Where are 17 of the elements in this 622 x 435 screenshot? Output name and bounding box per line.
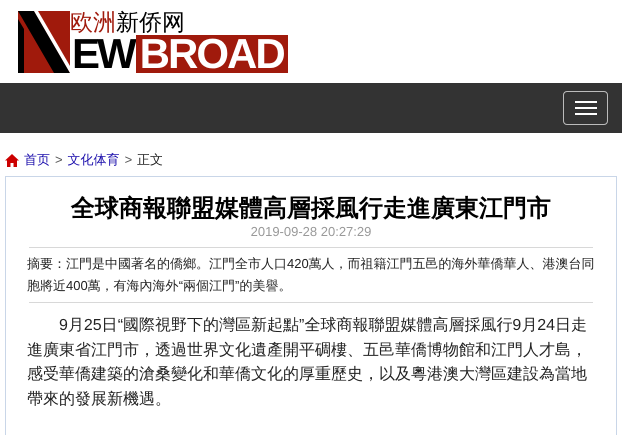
logo-text: BROAD — [136, 34, 288, 72]
breadcrumb-separator: > — [55, 151, 63, 170]
logo-icon — [18, 10, 70, 72]
breadcrumb-link[interactable]: 文化体育 — [68, 150, 120, 170]
article-summary: 摘要：江門是中國著名的僑鄉。江門全市人口420萬人，而祖籍江門五邑的海外華僑華人、港澳台同胞將近400萬，有海內海外“兩個江門”的美譽。 — [27, 255, 595, 295]
breadcrumb-link[interactable]: 首页 — [24, 150, 50, 170]
article-title: 全球商報聯盟媒體高層採風行走進廣東江門市 — [70, 194, 552, 224]
breadcrumb-separator: > — [124, 151, 132, 170]
logo-text: 欧洲 — [70, 11, 116, 34]
menu-button[interactable] — [563, 91, 608, 125]
article-paragraph: 9月25日“國際視野下的灣區新起點”全球商報聯盟媒體高層採風行9月24日走進廣東省江門市，透過世界文化遺產開平碉樓、五邑華僑博物館和江門人才島，感受華僑建築的滄桑變化和華僑文化的厚重歷史，以及粵港澳大灣區建設為當地帶來的發展新機遇。 — [27, 316, 588, 410]
publish-date: 2019-09-28 20:27:29 — [250, 224, 372, 240]
breadcrumb-current: 正文 — [137, 151, 164, 170]
home-icon — [5, 154, 19, 166]
menu-icon — [574, 101, 596, 115]
logo-text: 新侨网 — [116, 11, 185, 34]
logo-text: EW — [72, 34, 135, 72]
